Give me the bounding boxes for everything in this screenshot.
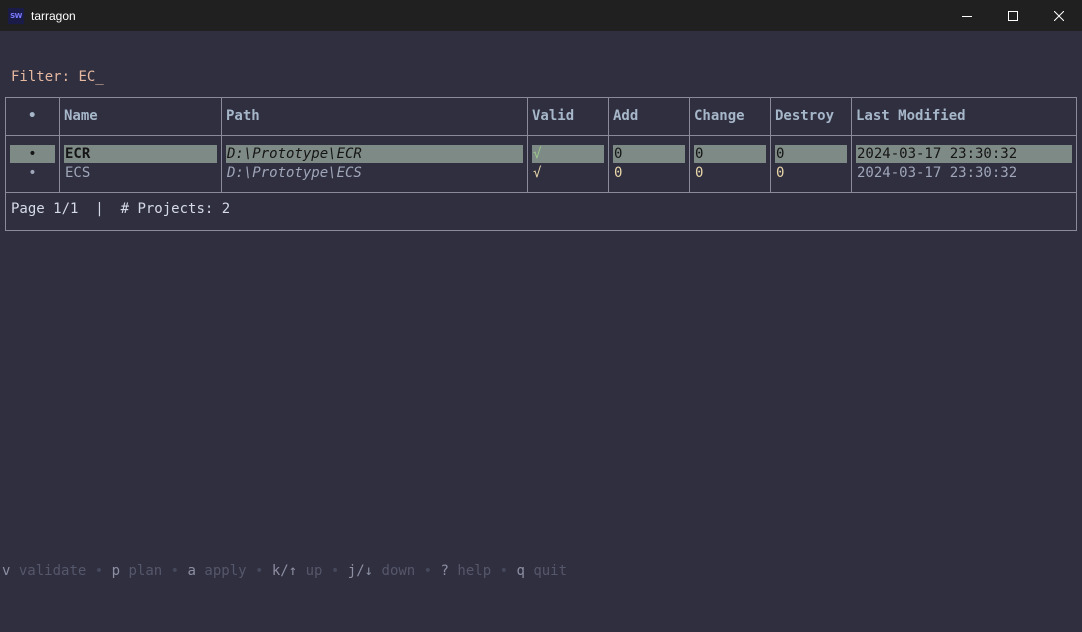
key-separator: • bbox=[499, 563, 509, 579]
column-header-destroy[interactable]: Destroy bbox=[775, 108, 834, 124]
row-bullet: • bbox=[10, 145, 55, 163]
key-quit: q bbox=[516, 563, 525, 579]
valid-check: √ bbox=[533, 165, 542, 181]
column-header-add[interactable]: Add bbox=[613, 108, 638, 124]
close-button[interactable] bbox=[1036, 0, 1082, 31]
column-header-last-modified[interactable]: Last Modified bbox=[856, 108, 966, 124]
change-count: 0 bbox=[694, 145, 766, 163]
maximize-icon bbox=[1008, 10, 1018, 21]
table-footer: Page 1/1 | # Projects: 2 bbox=[11, 201, 230, 217]
footer-divider bbox=[6, 192, 1076, 193]
column-header-path[interactable]: Path bbox=[226, 108, 260, 124]
filter-input[interactable]: EC_ bbox=[78, 69, 103, 85]
key-plan: p bbox=[111, 563, 121, 579]
page-indicator: Page 1/1 bbox=[11, 201, 79, 217]
keybinding-help: v validate • p plan • a apply • k/↑ up •… bbox=[2, 563, 567, 579]
projects-table: • Name Path Valid Add Change Destroy Las… bbox=[5, 97, 1077, 231]
key-separator: • bbox=[94, 563, 104, 579]
key-plan-label: plan bbox=[128, 563, 163, 579]
project-name: ECR bbox=[64, 145, 217, 163]
key-down: j/↓ bbox=[347, 563, 374, 579]
maximize-button[interactable] bbox=[990, 0, 1036, 31]
minimize-button[interactable] bbox=[944, 0, 990, 31]
header-divider bbox=[6, 135, 1076, 136]
column-divider bbox=[689, 98, 690, 192]
project-path: D:\Prototype\ECS bbox=[227, 165, 362, 181]
key-separator: • bbox=[423, 563, 433, 579]
column-header-change[interactable]: Change bbox=[694, 108, 745, 124]
column-divider bbox=[608, 98, 609, 192]
column-divider bbox=[770, 98, 771, 192]
key-separator: • bbox=[170, 563, 180, 579]
column-divider bbox=[221, 98, 222, 192]
column-header-bullet: • bbox=[28, 108, 37, 124]
filter-label: Filter: bbox=[11, 69, 71, 85]
key-up: k/↑ bbox=[271, 563, 298, 579]
column-divider bbox=[527, 98, 528, 192]
window-title: tarragon bbox=[31, 8, 76, 23]
filter-line[interactable]: Filter: EC_ bbox=[11, 69, 104, 85]
key-help: ? bbox=[440, 563, 449, 579]
app-icon: SW bbox=[8, 7, 24, 24]
key-help-label: help bbox=[457, 563, 492, 579]
key-separator: • bbox=[330, 563, 340, 579]
project-count: # Projects: 2 bbox=[120, 201, 231, 217]
column-header-valid[interactable]: Valid bbox=[532, 108, 574, 124]
key-apply-label: apply bbox=[204, 563, 247, 579]
valid-check: √ bbox=[532, 145, 604, 163]
key-up-label: up bbox=[305, 563, 323, 579]
add-count: 0 bbox=[614, 165, 623, 181]
project-name: ECS bbox=[65, 165, 91, 181]
column-divider bbox=[851, 98, 852, 192]
last-modified: 2024-03-17 23:30:32 bbox=[857, 165, 1018, 181]
window-titlebar: SW tarragon bbox=[0, 0, 1082, 31]
destroy-count: 0 bbox=[776, 165, 785, 181]
column-header-name[interactable]: Name bbox=[64, 108, 98, 124]
last-modified: 2024-03-17 23:30:32 bbox=[856, 145, 1072, 163]
key-validate-label: validate bbox=[18, 563, 87, 579]
add-count: 0 bbox=[613, 145, 685, 163]
row-bullet: • bbox=[28, 165, 37, 181]
minimize-icon bbox=[962, 15, 972, 17]
column-divider bbox=[59, 98, 60, 192]
key-validate: v bbox=[2, 563, 11, 579]
terminal-content: Filter: EC_ • Name Path Valid Add Change… bbox=[0, 31, 1082, 632]
key-apply: a bbox=[187, 563, 196, 579]
close-icon bbox=[1054, 10, 1064, 21]
key-separator: • bbox=[255, 563, 264, 579]
change-count: 0 bbox=[695, 165, 704, 181]
key-down-label: down bbox=[381, 563, 416, 579]
footer-separator: | bbox=[95, 201, 104, 217]
destroy-count: 0 bbox=[775, 145, 847, 163]
project-path: D:\Prototype\ECR bbox=[226, 145, 523, 163]
key-quit-label: quit bbox=[533, 563, 568, 579]
